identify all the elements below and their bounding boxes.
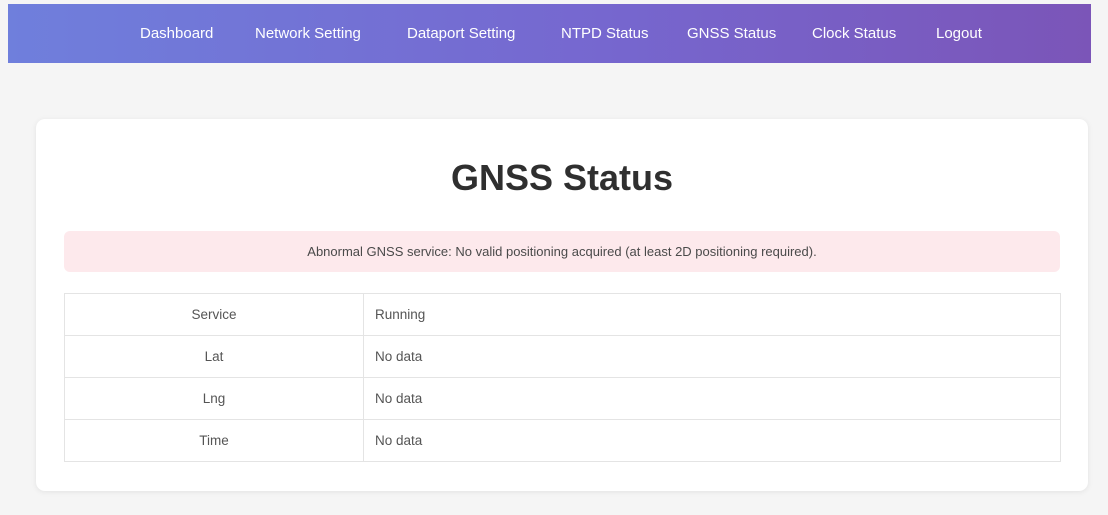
error-alert: Abnormal GNSS service: No valid position… [64,231,1060,272]
table-row: Service Running [64,293,1061,336]
table-row: Lat No data [64,335,1061,378]
row-value: No data [363,419,1061,462]
row-label: Lat [64,335,364,378]
top-navbar: Dashboard Network Setting Dataport Setti… [8,4,1091,63]
row-value: No data [363,335,1061,378]
table-row: Lng No data [64,377,1061,420]
row-label: Time [64,419,364,462]
status-table: Service Running Lat No data Lng No data … [64,293,1061,462]
nav-logout[interactable]: Logout [936,4,982,63]
nav-dashboard[interactable]: Dashboard [140,4,213,63]
row-value: Running [363,293,1061,336]
content-card: GNSS Status Abnormal GNSS service: No va… [36,119,1088,491]
table-row: Time No data [64,419,1061,462]
nav-network-setting[interactable]: Network Setting [255,4,361,63]
nav-dataport-setting[interactable]: Dataport Setting [407,4,515,63]
row-value: No data [363,377,1061,420]
nav-clock-status[interactable]: Clock Status [812,4,896,63]
row-label: Service [64,293,364,336]
nav-ntpd-status[interactable]: NTPD Status [561,4,649,63]
nav-gnss-status[interactable]: GNSS Status [687,4,776,63]
row-label: Lng [64,377,364,420]
page-title: GNSS Status [450,157,674,198]
